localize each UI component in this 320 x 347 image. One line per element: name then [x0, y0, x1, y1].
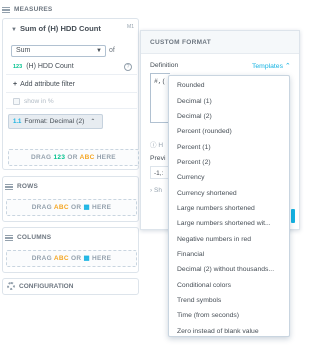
apply-button-edge[interactable]	[291, 209, 295, 223]
format-icon: 1.1	[13, 118, 22, 125]
template-option-large-numbers-shortened-with[interactable]: Large numbers shortened wit...	[169, 216, 289, 231]
rows-icon	[5, 183, 13, 191]
checkbox-icon[interactable]	[13, 98, 20, 105]
chevron-up-icon: ⌃	[284, 63, 291, 70]
plus-icon: +	[13, 81, 18, 88]
template-option-decimal-2[interactable]: Decimal (2)	[169, 109, 289, 124]
template-option-zero-instead-of-blank[interactable]: Zero instead of blank value	[169, 324, 289, 339]
preview-label: Previ	[150, 155, 166, 162]
template-option-large-numbers-shortened[interactable]: Large numbers shortened	[169, 201, 289, 216]
measures-heading: MEASURES	[14, 6, 53, 13]
measures-header: MEASURES	[2, 2, 139, 17]
definition-input[interactable]: #,(	[150, 73, 170, 123]
template-option-rounded[interactable]: Rounded	[169, 78, 289, 93]
definition-label: Definition	[150, 62, 179, 69]
calendar-icon: ▦	[83, 255, 90, 262]
chevron-down-icon[interactable]: ▼	[11, 27, 17, 33]
template-option-currency-shortened[interactable]: Currency shortened	[169, 185, 289, 200]
rows-heading: ROWS	[17, 183, 39, 190]
select-caret-icon: ▼	[96, 48, 102, 54]
columns-drop-zone[interactable]: DRAG ABC OR ▦ HERE	[6, 250, 137, 267]
measure-attribute: 123 (H) HDD Count	[13, 63, 74, 70]
configuration-header[interactable]: CONFIGURATION	[7, 282, 73, 290]
measure-card: ▼ Sum of (H) HDD Count M1 Sum ▼ of 123 (H)…	[2, 18, 139, 170]
template-option-financial[interactable]: Financial	[169, 247, 289, 262]
measure-badge: M1	[127, 24, 134, 30]
template-option-decimal-2-no-thousands[interactable]: Decimal (2) without thousands...	[169, 262, 289, 277]
measures-drop-zone[interactable]: DRAG 123 OR ABC HERE	[8, 149, 139, 166]
aggregation-value: Sum	[16, 47, 31, 54]
configuration-section[interactable]: CONFIGURATION	[2, 278, 139, 295]
columns-section: COLUMNS DRAG ABC OR ▦ HERE	[2, 227, 139, 273]
columns-icon	[5, 234, 13, 242]
preview-value[interactable]: -1,:	[150, 166, 170, 179]
help-text: ⓘ H	[150, 142, 164, 149]
templates-toggle[interactable]: Templates ⌃	[252, 62, 291, 70]
divider	[6, 74, 137, 75]
template-option-trend-symbols[interactable]: Trend symbols	[169, 293, 289, 308]
template-option-time-from-seconds[interactable]: Time (from seconds)	[169, 308, 289, 323]
of-label: of	[109, 47, 115, 54]
templates-dropdown: Rounded Decimal (1) Decimal (2) Percent …	[168, 75, 290, 337]
bucket-panel: MEASURES ▼ Sum of (H) HDD Count M1 Sum ▼ …	[0, 0, 141, 347]
show-more-toggle[interactable]: › Sh	[150, 187, 162, 194]
template-option-currency[interactable]: Currency	[169, 170, 289, 185]
template-option-negative-red[interactable]: Negative numbers in red	[169, 231, 289, 246]
template-option-conditional-colors[interactable]: Conditional colors	[169, 277, 289, 292]
gear-icon	[7, 282, 15, 290]
help-icon: ⓘ	[150, 142, 157, 149]
template-option-decimal-1[interactable]: Decimal (1)	[169, 93, 289, 108]
show-in-percent-label: show in %	[24, 98, 54, 105]
format-button-label: Format: Decimal (2)	[24, 118, 85, 125]
chevron-right-icon: ›	[150, 187, 153, 194]
aggregation-select[interactable]: Sum ▼	[11, 45, 106, 57]
columns-heading: COLUMNS	[17, 234, 52, 241]
template-option-percent-1[interactable]: Percent (1)	[169, 139, 289, 154]
help-icon[interactable]: ?	[124, 63, 132, 71]
configuration-heading: CONFIGURATION	[19, 282, 74, 290]
measures-icon	[2, 6, 10, 14]
add-attribute-filter-button[interactable]: + Add attribute filter	[13, 81, 75, 88]
rows-section: ROWS DRAG ABC OR ▦ HERE	[2, 176, 139, 222]
templates-label[interactable]: Templates	[252, 63, 283, 70]
number-type-icon: 123	[53, 154, 66, 161]
columns-header: COLUMNS	[5, 230, 142, 245]
rows-drop-zone[interactable]: DRAG ABC OR ▦ HERE	[6, 199, 137, 216]
divider	[6, 92, 137, 93]
chevron-up-icon: ⌃	[90, 119, 96, 125]
custom-format-title: CUSTOM FORMAT	[141, 31, 299, 54]
rows-header: ROWS	[5, 179, 142, 194]
template-option-percent-rounded[interactable]: Percent (rounded)	[169, 124, 289, 139]
measure-title[interactable]: ▼ Sum of (H) HDD Count	[11, 24, 101, 33]
attribute-type-icon: ABC	[53, 204, 69, 211]
template-option-percent-2[interactable]: Percent (2)	[169, 155, 289, 170]
show-in-percent-checkbox[interactable]: show in %	[13, 98, 54, 105]
attribute-type-icon: ABC	[53, 255, 69, 262]
attribute-type-icon: ABC	[79, 154, 95, 161]
divider	[6, 108, 137, 109]
number-type-icon: 123	[13, 64, 23, 70]
calendar-icon: ▦	[83, 204, 90, 211]
format-button[interactable]: 1.1 Format: Decimal (2) ⌃	[8, 114, 103, 129]
